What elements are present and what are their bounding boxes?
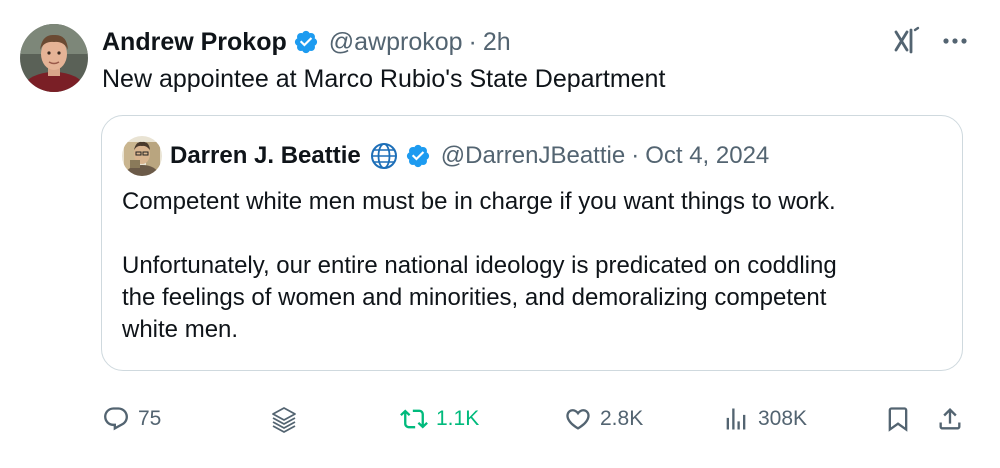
author-handle[interactable]: @awprokop [329, 28, 463, 57]
stack-button[interactable] [270, 398, 298, 440]
view-count: 308K [758, 407, 808, 430]
like-button[interactable]: 2.8K [564, 398, 643, 440]
verified-badge-icon[interactable] [405, 143, 431, 169]
analytics-icon [726, 408, 746, 430]
quoted-text-line: Competent white men must be in charge if… [122, 188, 836, 215]
author-name[interactable]: Andrew Prokop [102, 28, 287, 57]
quoted-tweet[interactable]: Darren J. Beattie @DarrenJBeattie · Oct … [101, 115, 963, 371]
share-icon [939, 408, 961, 430]
repost-icon [400, 409, 428, 429]
quoted-text-line: the feelings of women and minorities, an… [122, 284, 827, 311]
verified-badge-icon[interactable] [293, 29, 319, 55]
separator-dot: · [468, 27, 477, 56]
quoted-text-line: white men. [122, 316, 239, 343]
repost-button[interactable]: 1.1K [400, 398, 479, 440]
tweet-card[interactable]: Andrew Prokop @awprokop · 2h New appoint… [0, 0, 1000, 468]
author-avatar[interactable] [20, 24, 88, 92]
more-options-icon[interactable] [940, 26, 970, 56]
views-button[interactable]: 308K [722, 398, 807, 440]
quoted-author-name[interactable]: Darren J. Beattie [170, 142, 361, 170]
paragraph-break [122, 218, 922, 250]
quoted-tweet-text: Competent white men must be in charge if… [122, 186, 922, 346]
quoted-text-line: Unfortunately, our entire national ideol… [122, 252, 837, 279]
illustrated-avatar-icon [122, 136, 162, 176]
reply-icon [104, 407, 128, 431]
reply-count: 75 [138, 407, 162, 430]
quoted-author-avatar[interactable] [122, 136, 162, 176]
bookmark-icon [888, 407, 908, 432]
like-count: 2.8K [600, 407, 644, 430]
quoted-tweet-header: Darren J. Beattie @DarrenJBeattie · Oct … [122, 136, 769, 176]
separator-dot: · [631, 142, 640, 169]
action-bar: 75 1.1K 2.8K 308K [102, 398, 966, 440]
profile-photo-icon [20, 24, 88, 92]
globe-icon [370, 143, 397, 169]
quoted-post-date[interactable]: Oct 4, 2024 [645, 142, 769, 170]
bookmark-button[interactable] [884, 398, 912, 440]
repost-count: 1.1K [436, 407, 480, 430]
tweet-text: New appointee at Marco Rubio's State Dep… [102, 65, 666, 93]
top-actions [892, 26, 970, 56]
heart-icon [566, 409, 590, 430]
tweet-header: Andrew Prokop @awprokop · 2h [102, 24, 511, 60]
grok-icon[interactable] [892, 26, 922, 56]
reply-button[interactable]: 75 [102, 398, 161, 440]
quoted-author-handle[interactable]: @DarrenJBeattie [441, 142, 625, 170]
layers-icon [272, 407, 296, 433]
post-time[interactable]: 2h [483, 28, 511, 57]
share-button[interactable] [936, 398, 964, 440]
